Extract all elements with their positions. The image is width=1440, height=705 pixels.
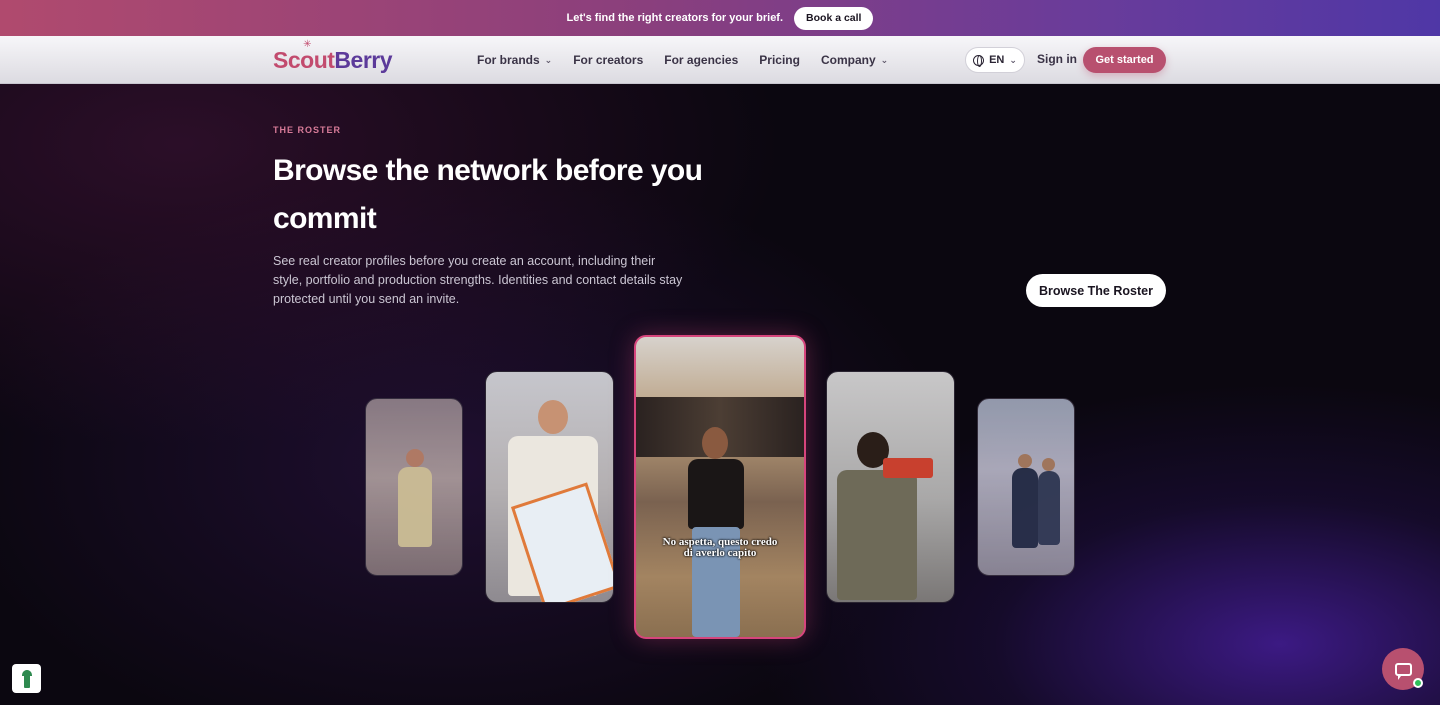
cookie-icon: [21, 669, 32, 688]
figure-body: [688, 459, 744, 529]
nav-company-label: Company: [820, 53, 876, 67]
book-call-button[interactable]: Book a call: [794, 6, 874, 30]
logo-o-spark: ✳ o: [300, 39, 314, 74]
figure-head: [1042, 458, 1055, 471]
creator-video-card[interactable]: [365, 398, 463, 576]
video-caption-line-2: di averlo capito: [683, 547, 757, 559]
nav-for-brands[interactable]: For brands ⌄: [477, 53, 552, 67]
sign-in-link[interactable]: Sign in: [1037, 52, 1077, 66]
creator-video-card-featured[interactable]: No aspetta, questo credo di averlo capit…: [634, 335, 806, 639]
creator-video-card[interactable]: [485, 371, 614, 603]
cookie-settings-widget[interactable]: [12, 664, 41, 693]
section-eyebrow: THE ROSTER: [273, 125, 342, 135]
main-nav: For brands ⌄ For creators For agencies P…: [477, 36, 888, 84]
scoutberry-logo[interactable]: Sc ✳ o ut Berry: [273, 39, 393, 76]
browse-roster-button[interactable]: Browse The Roster: [1026, 274, 1166, 307]
logo-text-o: o: [300, 46, 314, 73]
chat-icon: [1394, 662, 1412, 680]
top-navbar: Sc ✳ o ut Berry For brands ⌄ For creator…: [0, 36, 1440, 84]
figure-body: [1012, 468, 1038, 548]
logo-text-berry: Berry: [334, 46, 393, 73]
figure-head: [406, 449, 424, 467]
hero-headline: Browse the network before you commit: [273, 154, 703, 235]
logo-text-sc: Sc: [273, 46, 301, 73]
logo-text-ut: ut: [313, 46, 335, 73]
hero-section: THE ROSTER Browse the network before you…: [0, 84, 1440, 705]
figure-head: [702, 427, 728, 459]
chevron-down-icon: ⌄: [880, 54, 889, 65]
drill-tool: [883, 458, 933, 478]
language-selector[interactable]: EN ⌄: [965, 47, 1025, 73]
figure-body: [398, 467, 432, 547]
nav-for-creators[interactable]: For creators: [573, 53, 643, 67]
video-caption: No aspetta, questo credo di averlo capit…: [636, 537, 804, 559]
nav-company[interactable]: Company ⌄: [821, 53, 888, 67]
nav-for-agencies[interactable]: For agencies: [664, 53, 738, 67]
online-status-dot: [1413, 678, 1423, 688]
creator-video-card[interactable]: [826, 371, 955, 603]
figure-head: [538, 400, 568, 434]
nav-pricing[interactable]: Pricing: [759, 53, 800, 67]
nav-for-brands-label: For brands: [477, 53, 540, 67]
spark-icon: ✳: [303, 38, 312, 50]
nav-pricing-label: Pricing: [759, 53, 800, 67]
language-label: EN: [989, 54, 1005, 66]
globe-icon: [973, 54, 985, 67]
promo-text: Let's find the right creators for your b…: [566, 12, 784, 24]
figure-body: [837, 470, 917, 600]
figure-body: [1038, 471, 1060, 545]
promo-bar: Let's find the right creators for your b…: [0, 0, 1440, 36]
get-started-button[interactable]: Get started: [1083, 47, 1166, 73]
creator-video-card[interactable]: [977, 398, 1075, 576]
figure-head: [1018, 454, 1032, 468]
chevron-down-icon: ⌄: [544, 54, 553, 65]
chevron-down-icon: ⌄: [1009, 54, 1017, 65]
hero-description: See real creator profiles before you cre…: [273, 254, 683, 306]
nav-for-agencies-label: For agencies: [664, 53, 739, 67]
nav-for-creators-label: For creators: [573, 53, 644, 67]
